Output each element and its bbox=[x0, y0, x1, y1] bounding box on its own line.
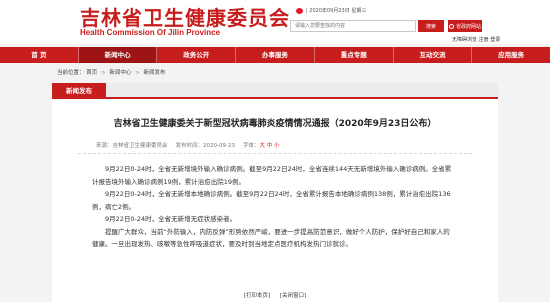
globe-icon bbox=[448, 23, 454, 29]
font-size-label: 字体： bbox=[242, 143, 260, 149]
nav-interaction[interactable]: 互动交流 bbox=[394, 47, 473, 63]
nav-key-topics[interactable]: 重点专题 bbox=[315, 47, 394, 63]
accessibility-link[interactable]: 无障碍浏览 bbox=[452, 37, 477, 43]
article-panel: 吉林省卫生健康委关于新型冠状病毒肺炎疫情情况通报（2020年9月23日公布） 来… bbox=[52, 99, 498, 302]
article-paragraph: 9月22日0-24时，全省无新增无症状感染者。 bbox=[105, 215, 237, 223]
breadcrumb-label: 当前位置： bbox=[57, 70, 85, 76]
article-actions: [打印本页] [关闭窗口] bbox=[52, 291, 498, 299]
search-button[interactable]: 搜索 bbox=[418, 20, 444, 32]
tab-news-release[interactable]: 新闻发布 bbox=[52, 83, 106, 99]
article-paragraph: 9月22日0-24时，全省无新增境外输入确诊病例。截至9月22日24时，全省连续… bbox=[92, 165, 452, 186]
login-register-link[interactable]: 注册 登录 bbox=[479, 37, 501, 43]
nav-services[interactable]: 办事服务 bbox=[236, 47, 315, 63]
breadcrumb-separator: > bbox=[135, 70, 140, 76]
main-nav: 首 页 新闻中心 政务公开 办事服务 重点专题 互动交流 应用服务 bbox=[0, 47, 550, 63]
current-date: | 2020年09月23日 星期三 bbox=[306, 8, 367, 14]
breadcrumb: 当前位置： 首页 > 新闻中心 > 新闻发布 bbox=[57, 68, 166, 76]
weibo-icon[interactable] bbox=[296, 7, 303, 14]
print-page-link[interactable]: [打印本页] bbox=[244, 293, 270, 299]
site-logo-english: Health Commission Of Jilin Province bbox=[80, 28, 221, 37]
breadcrumb-separator: > bbox=[101, 70, 106, 76]
nav-government-affairs[interactable]: 政务公开 bbox=[157, 47, 237, 63]
user-links: 无障碍浏览 注册 登录 bbox=[452, 36, 500, 43]
site-header: 吉林省卫生健康委员会 Health Commission Of Jilin Pr… bbox=[0, 0, 550, 44]
site-logo-chinese[interactable]: 吉林省卫生健康委员会 bbox=[80, 2, 290, 31]
breadcrumb-news-center[interactable]: 新闻中心 bbox=[109, 70, 131, 76]
article-paragraph: 提醒广大群众，当前“外防输入，内防反弹”形势依然严峻，要进一步提高防范意识，做好… bbox=[92, 227, 450, 249]
nav-home[interactable]: 首 页 bbox=[0, 47, 79, 63]
breadcrumb-news-release[interactable]: 新闻发布 bbox=[144, 70, 166, 76]
nav-news-center[interactable]: 新闻中心 bbox=[78, 47, 158, 63]
article-meta: 来源：吉林省卫生健康委员会 发布时间：2020-09-23 字体：大 中 小 bbox=[96, 141, 280, 149]
article-title: 吉林省卫生健康委关于新型冠状病毒肺炎疫情情况通报（2020年9月23日公布） bbox=[113, 119, 437, 129]
top-info-bar: | 2020年09月23日 星期三 bbox=[296, 7, 366, 14]
province-portal-label: 省政府网站 bbox=[455, 23, 481, 30]
article-source: 来源：吉林省卫生健康委员会 bbox=[96, 143, 168, 149]
nav-applications[interactable]: 应用服务 bbox=[472, 47, 550, 63]
article-body: 9月22日0-24时，全省无新增境外输入确诊病例。截至9月22日24时，全省连续… bbox=[92, 163, 454, 251]
section-tab-bar: 新闻发布 bbox=[52, 83, 498, 99]
breadcrumb-home[interactable]: 首页 bbox=[86, 70, 97, 76]
province-portal-button[interactable]: 省政府网站 bbox=[448, 20, 482, 32]
close-window-link[interactable]: [关闭窗口] bbox=[280, 293, 306, 299]
article-date: 发布时间：2020-09-23 bbox=[175, 143, 235, 149]
meta-divider bbox=[78, 153, 472, 154]
font-size-options[interactable]: 大 中 小 bbox=[260, 143, 280, 149]
search-input[interactable] bbox=[290, 20, 416, 32]
font-size-control: 字体：大 中 小 bbox=[243, 141, 280, 149]
article-paragraph: 9月22日0-24时，全省无新增本地确诊病例。截至9月22日24时，全省累计报告… bbox=[92, 190, 451, 211]
